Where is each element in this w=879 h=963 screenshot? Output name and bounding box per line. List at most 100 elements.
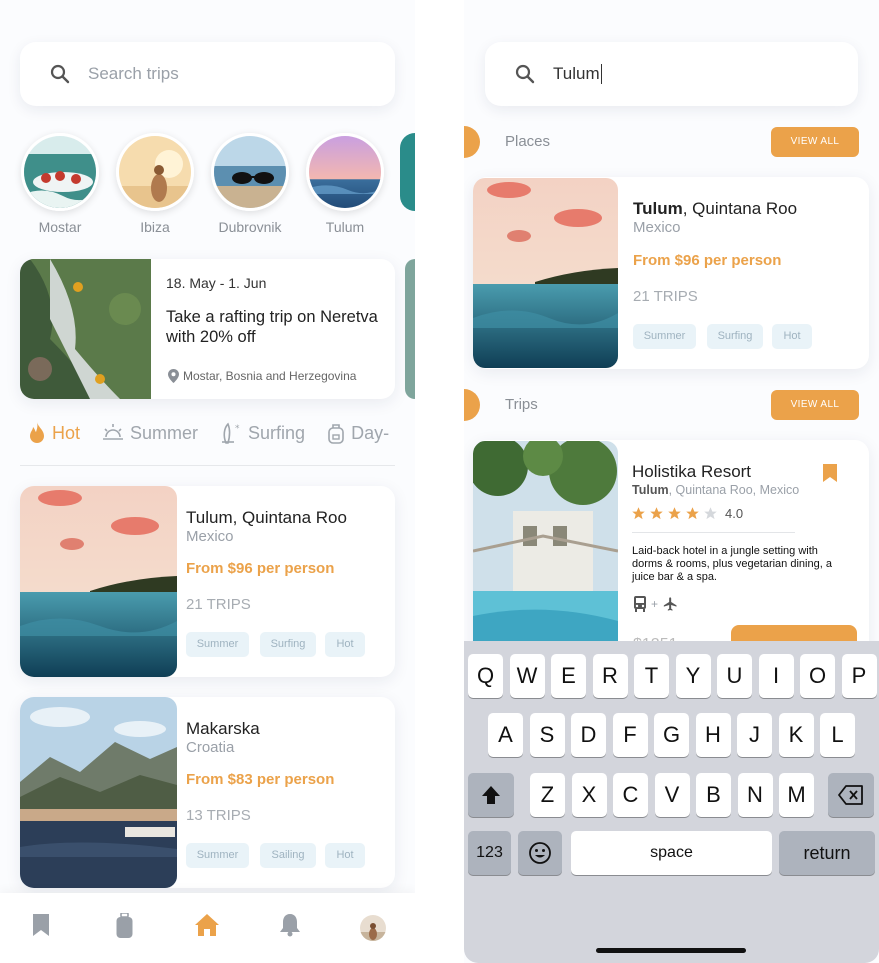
key-n[interactable]: N [737, 773, 773, 817]
key-k[interactable]: K [778, 713, 814, 757]
promo-card[interactable]: 18. May - 1. Jun Take a rafting trip on … [20, 259, 395, 399]
bus-icon [634, 596, 646, 612]
trip-location: Tulum, Quintana Roo, Mexico [632, 483, 799, 497]
tab-label: Hot [52, 422, 81, 443]
search-results-screen: Tulum Places VIEW ALL Tulum, Quintana Ro… [464, 0, 879, 963]
destination-label: Tulum [325, 219, 365, 235]
category-tabs: Hot Summer * Surfing Day- [28, 422, 415, 444]
key-q[interactable]: Q [468, 654, 503, 698]
tag-chip[interactable]: Hot [325, 843, 365, 868]
space-key[interactable]: space [571, 831, 772, 875]
trip-title: Holistika Resort [632, 462, 752, 481]
place-title-bold: Tulum [633, 199, 683, 218]
search-bar[interactable]: Tulum [485, 42, 858, 106]
home-icon[interactable] [194, 913, 220, 937]
place-subtitle: Mexico [633, 219, 681, 236]
place-trips: 21 TRIPS [633, 288, 698, 305]
key-x[interactable]: X [571, 773, 607, 817]
destination-label: Dubrovnik [218, 219, 282, 235]
tag-chip[interactable]: Sailing [260, 843, 316, 868]
key-a[interactable]: A [488, 713, 523, 757]
key-m[interactable]: M [779, 773, 814, 817]
destination-label: Ibiza [140, 219, 170, 235]
destination-partial[interactable] [400, 133, 415, 211]
search-icon [50, 64, 70, 84]
divider [20, 465, 395, 466]
key-t[interactable]: T [634, 654, 669, 698]
bookmark-icon[interactable] [823, 464, 837, 482]
key-r[interactable]: R [592, 654, 628, 698]
tag-chip[interactable]: Surfing [707, 324, 763, 349]
numbers-key[interactable]: 123 [468, 831, 511, 875]
result-card-tulum[interactable]: Tulum, Quintana Roo Mexico From $96 per … [20, 486, 395, 677]
bookmark-icon[interactable] [32, 913, 50, 937]
emoji-key[interactable] [518, 831, 562, 875]
key-z[interactable]: Z [530, 773, 565, 817]
destination-label: Mostar [38, 219, 82, 235]
emoji-icon [529, 842, 551, 864]
shift-icon [482, 786, 500, 804]
promo-location: Mostar, Bosnia and Herzegovina [168, 369, 356, 383]
key-e[interactable]: E [551, 654, 586, 698]
key-f[interactable]: F [612, 713, 648, 757]
key-i[interactable]: I [758, 654, 794, 698]
luggage-icon[interactable] [116, 913, 133, 939]
view-all-places-button[interactable]: VIEW ALL [771, 127, 859, 157]
tab-day-trips[interactable]: Day- [327, 422, 389, 444]
tag-chip[interactable]: Hot [325, 632, 365, 657]
trip-location-bold: Tulum [632, 483, 669, 497]
trip-card-holistika[interactable]: Holistika Resort Tulum, Quintana Roo, Me… [473, 440, 869, 670]
rating-value: 4.0 [725, 506, 744, 521]
destination-dubrovnik[interactable]: Dubrovnik [210, 133, 290, 235]
tag-chip[interactable]: Summer [186, 632, 249, 657]
key-c[interactable]: C [613, 773, 648, 817]
destination-tulum[interactable]: Tulum [305, 133, 385, 235]
place-card-tulum[interactable]: Tulum, Quintana Roo Mexico From $96 per … [473, 177, 869, 369]
promo-card-partial[interactable] [405, 259, 415, 399]
key-o[interactable]: O [800, 654, 835, 698]
return-key[interactable]: return [779, 831, 875, 875]
key-w[interactable]: W [509, 654, 545, 698]
star-empty-icon [704, 507, 717, 520]
bell-icon[interactable] [279, 913, 301, 937]
key-d[interactable]: D [571, 713, 606, 757]
destination-mostar[interactable]: Mostar [20, 133, 100, 235]
tab-summer[interactable]: Summer [102, 423, 198, 444]
destination-ibiza[interactable]: Ibiza [115, 133, 195, 235]
view-all-trips-button[interactable]: VIEW ALL [771, 390, 859, 420]
key-u[interactable]: U [717, 654, 752, 698]
promo-location-text: Mostar, Bosnia and Herzegovina [183, 369, 357, 383]
airplane-icon [663, 597, 677, 611]
svg-text:*: * [235, 424, 240, 434]
key-p[interactable]: P [841, 654, 877, 698]
search-input[interactable]: Tulum [553, 64, 603, 85]
key-s[interactable]: S [529, 713, 565, 757]
tag-chip[interactable]: Summer [633, 324, 696, 349]
key-j[interactable]: J [737, 713, 772, 757]
tag-chip[interactable]: Summer [186, 843, 249, 868]
bottom-nav [0, 893, 415, 963]
tab-surfing[interactable]: * Surfing [220, 422, 305, 444]
trip-location-rest: , Quintana Roo, Mexico [668, 483, 800, 497]
search-bar[interactable]: Search trips [20, 42, 395, 106]
result-card-makarska[interactable]: Makarska Croatia From $83 per person 13 … [20, 697, 395, 888]
key-v[interactable]: V [654, 773, 690, 817]
promo-dates: 18. May - 1. Jun [166, 275, 267, 291]
section-title-places: Places [505, 133, 551, 150]
star-icon [632, 507, 645, 520]
tab-hot[interactable]: Hot [28, 422, 80, 444]
destination-photo [21, 133, 99, 211]
explore-screen: Search trips Mostar Ibiza Dubrovnik Tulu… [0, 0, 415, 963]
key-h[interactable]: H [695, 713, 731, 757]
result-title: Tulum, Quintana Roo [186, 508, 347, 527]
location-pin-icon [168, 369, 179, 383]
shift-key[interactable] [468, 773, 514, 817]
key-y[interactable]: Y [675, 654, 711, 698]
key-g[interactable]: G [654, 713, 689, 757]
key-l[interactable]: L [820, 713, 855, 757]
backspace-key[interactable] [828, 773, 874, 817]
tag-chip[interactable]: Hot [772, 324, 812, 349]
avatar[interactable] [360, 915, 386, 941]
tag-chip[interactable]: Surfing [260, 632, 316, 657]
key-b[interactable]: B [696, 773, 731, 817]
